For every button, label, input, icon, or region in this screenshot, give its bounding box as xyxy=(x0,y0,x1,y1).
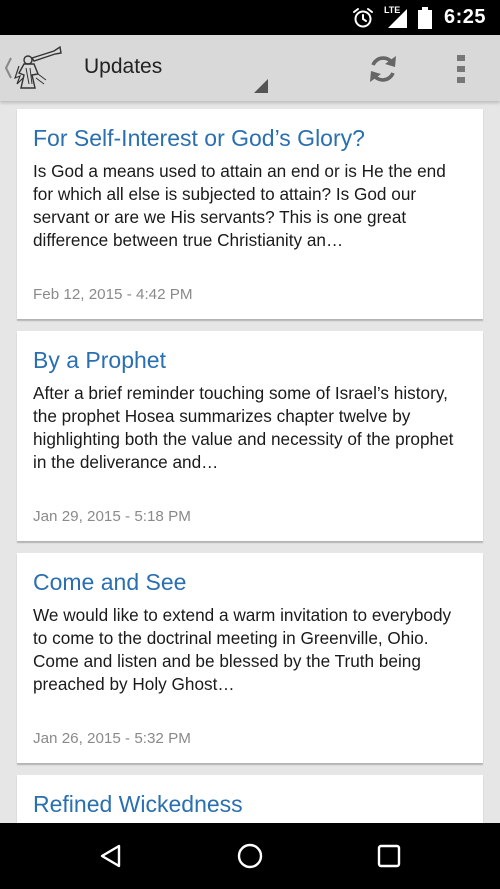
back-button[interactable] xyxy=(96,841,126,871)
status-bar: LTE 6:25 xyxy=(0,0,500,35)
overflow-menu-icon xyxy=(457,55,465,83)
refresh-button[interactable] xyxy=(364,50,402,88)
card-title[interactable]: Come and See xyxy=(33,567,467,597)
home-icon xyxy=(237,843,263,869)
alarm-icon xyxy=(352,7,374,29)
action-bar: Updates xyxy=(0,35,500,101)
up-chevron-icon[interactable] xyxy=(3,55,13,86)
card-excerpt: We would like to extend a warm invitatio… xyxy=(33,605,452,694)
lte-signal-icon: LTE xyxy=(384,5,408,29)
recents-icon xyxy=(377,844,401,868)
card-title[interactable]: Refined Wickedness xyxy=(33,789,467,819)
page-title[interactable]: Updates xyxy=(84,55,162,79)
card-excerpt: Is God a means used to attain an end or … xyxy=(33,161,446,250)
update-card[interactable]: For Self-Interest or God’s Glory? Is God… xyxy=(17,109,483,319)
navigation-bar xyxy=(0,823,500,889)
refresh-icon xyxy=(370,56,396,82)
recents-button[interactable] xyxy=(374,841,404,871)
overflow-menu-button[interactable] xyxy=(446,50,476,88)
battery-icon xyxy=(417,6,432,29)
card-title[interactable]: For Self-Interest or God’s Glory? xyxy=(33,123,467,153)
update-card[interactable]: Come and See We would like to extend a w… xyxy=(17,553,483,763)
card-date: Jan 26, 2015 - 5:32 PM xyxy=(33,730,191,747)
card-date: Feb 12, 2015 - 4:42 PM xyxy=(33,286,193,303)
status-time: 6:25 xyxy=(443,6,486,28)
update-card[interactable]: By a Prophet After a brief reminder touc… xyxy=(17,331,483,541)
card-excerpt: After a brief reminder touching some of … xyxy=(33,383,454,472)
card-date: Jan 29, 2015 - 5:18 PM xyxy=(33,508,191,525)
app-logo-icon[interactable] xyxy=(14,44,64,97)
updates-feed[interactable]: For Self-Interest or God’s Glory? Is God… xyxy=(0,101,500,823)
home-button[interactable] xyxy=(235,841,265,871)
card-title[interactable]: By a Prophet xyxy=(33,345,467,375)
dropdown-indicator-icon[interactable] xyxy=(254,79,268,93)
update-card[interactable]: Refined Wickedness xyxy=(17,775,483,823)
back-icon xyxy=(100,844,121,868)
